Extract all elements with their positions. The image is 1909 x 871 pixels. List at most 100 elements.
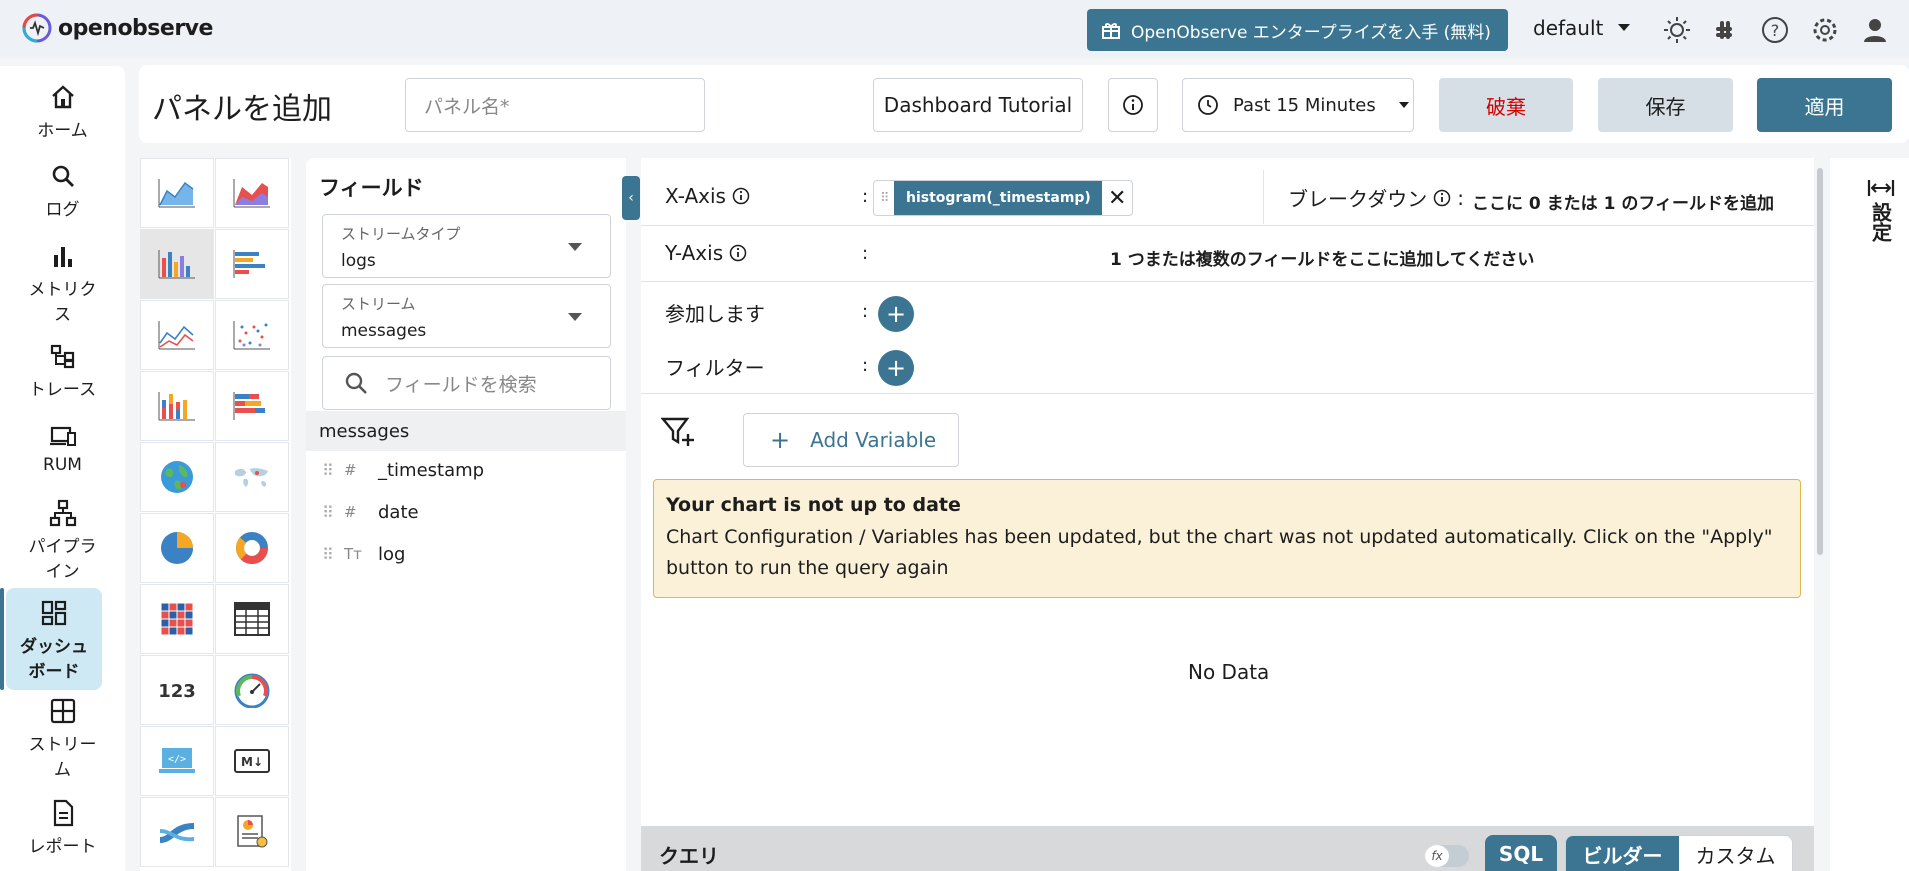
chart-type-donut[interactable] (215, 513, 289, 583)
x-axis-field-name: histogram(_timestamp) (906, 190, 1091, 206)
drag-handle-icon[interactable]: ⠿ (880, 191, 890, 206)
chart-type-area-stacked[interactable] (215, 158, 289, 228)
chart-type-custom[interactable] (215, 797, 289, 867)
colon-separator: : (862, 355, 869, 376)
info-icon[interactable] (729, 244, 747, 262)
chart-type-heatmap[interactable] (140, 584, 214, 654)
drag-handle-icon[interactable]: ⠿ (322, 545, 334, 564)
chart-type-html[interactable]: </> (140, 726, 214, 796)
breakdown-label-text: ブレークダウン (1288, 187, 1428, 211)
remove-field-close-icon[interactable]: ✕ (1108, 186, 1126, 211)
settings-gear-icon[interactable] (1810, 15, 1840, 45)
field-item-date[interactable]: ⠿ # date (322, 495, 419, 529)
caret-down-icon (1398, 102, 1409, 108)
chart-type-horizontal-bar[interactable] (215, 229, 289, 299)
y-axis-dropzone[interactable]: 1 つまたは複数のフィールドをここに追加してください (1110, 245, 1534, 270)
discard-button[interactable]: 破棄 (1439, 78, 1573, 132)
chart-type-line[interactable] (140, 300, 214, 370)
nav-item-label: レポート (28, 837, 97, 857)
theme-toggle-sun-icon[interactable] (1662, 15, 1692, 45)
nav-item-label: RUM (43, 455, 82, 475)
nav-item-label: パイプライン (28, 537, 97, 582)
nav-item-reports[interactable]: レポート (0, 798, 125, 857)
stream-value: messages (341, 321, 427, 341)
nav-item-logs[interactable]: ログ (0, 161, 125, 220)
nav-item-dashboards[interactable]: ダッシュボード (0, 588, 102, 690)
slack-icon[interactable] (1709, 15, 1739, 45)
add-join-button[interactable]: + (878, 296, 914, 332)
org-selector[interactable]: default (1533, 16, 1631, 40)
add-filter-button[interactable]: + (878, 350, 914, 386)
fx-toggle-knob[interactable]: fx (1425, 845, 1449, 867)
chart-type-pie[interactable] (140, 513, 214, 583)
drag-handle-icon[interactable]: ⠿ (322, 461, 334, 480)
x-axis-field-tag[interactable]: histogram(_timestamp) (894, 181, 1102, 215)
field-search-input[interactable]: フィールドを検索 (322, 356, 611, 410)
nav-item-label: ストリーム (28, 735, 97, 780)
chart-type-h-stacked-bar[interactable] (215, 371, 289, 441)
add-filter-funnel-icon[interactable] (661, 416, 695, 448)
builder-scrollbar[interactable] (1817, 168, 1823, 555)
builder-mode-button[interactable]: ビルダー (1566, 836, 1679, 871)
chart-type-sankey[interactable] (140, 797, 214, 867)
chart-type-stacked-bar[interactable] (140, 371, 214, 441)
user-avatar-icon[interactable] (1860, 15, 1890, 45)
horizontal-bar-chart-icon (233, 250, 265, 278)
settings-toggle[interactable]: 設定 (1852, 178, 1909, 242)
info-icon (1123, 95, 1143, 115)
panel-name-input[interactable]: パネル名* (405, 78, 705, 132)
nav-item-home[interactable]: ホーム (0, 82, 125, 141)
logo[interactable]: openobserve (22, 13, 213, 43)
apply-button[interactable]: 適用 (1757, 78, 1892, 132)
stream-group-header[interactable]: messages (306, 411, 626, 451)
dashboard-tutorial-button[interactable]: Dashboard Tutorial (873, 78, 1083, 132)
info-icon[interactable] (1433, 189, 1451, 207)
chart-type-markdown[interactable]: M↓ (215, 726, 289, 796)
info-icon[interactable] (732, 187, 750, 205)
field-item-log[interactable]: ⠿ Tт log (322, 537, 405, 571)
chart-outdated-warning: Your chart is not up to date Chart Confi… (653, 479, 1801, 598)
get-enterprise-button[interactable]: OpenObserve エンタープライズを入手 (無料) (1087, 9, 1508, 51)
chart-type-area[interactable] (140, 158, 214, 228)
stream-type-select[interactable]: ストリームタイプ logs (322, 214, 611, 278)
chart-type-geomap[interactable] (140, 442, 214, 512)
chart-type-scatter[interactable] (215, 300, 289, 370)
svg-text:</>: </> (168, 754, 186, 765)
expand-horizontal-icon (1867, 180, 1895, 196)
metric-number-icon: 123 (158, 681, 196, 702)
panel-info-button[interactable] (1108, 78, 1158, 132)
scatter-chart-icon (233, 321, 270, 350)
custom-mode-button[interactable]: カスタム (1679, 836, 1792, 871)
chart-type-table[interactable] (215, 584, 289, 654)
nav-item-metrics[interactable]: メトリクス (0, 241, 125, 325)
collapse-fields-button[interactable]: ‹ (622, 176, 640, 220)
chart-type-maps[interactable] (215, 442, 289, 512)
time-range-picker[interactable]: Past 15 Minutes (1182, 78, 1414, 132)
plus-icon: + (770, 426, 791, 454)
chart-type-gauge[interactable] (215, 655, 289, 725)
field-name: log (378, 543, 406, 565)
stream-select[interactable]: ストリーム messages (322, 284, 611, 348)
chart-type-bar[interactable] (140, 229, 214, 299)
add-variable-button[interactable]: + Add Variable (743, 413, 959, 467)
gauge-icon (234, 673, 270, 708)
save-button[interactable]: 保存 (1598, 78, 1733, 132)
colon-separator: : (1457, 185, 1464, 210)
page-title: パネルを追加 (152, 92, 332, 127)
nav-item-rum[interactable]: RUM (0, 421, 125, 475)
field-item-timestamp[interactable]: ⠿ # _timestamp (322, 453, 484, 487)
pipeline-icon (49, 499, 76, 527)
nav-item-pipelines[interactable]: パイプライン (0, 498, 125, 582)
line-chart-icon (158, 321, 195, 350)
home-icon (51, 85, 74, 109)
help-icon[interactable]: ? (1760, 15, 1790, 45)
nav-item-streams[interactable]: ストリーム (0, 696, 125, 780)
nav-item-traces[interactable]: トレース (0, 341, 125, 400)
number-type-icon: # (344, 461, 357, 479)
chart-type-metric[interactable]: 123 (140, 655, 214, 725)
sql-mode-button[interactable]: SQL (1485, 835, 1557, 871)
row-divider (641, 393, 1814, 394)
drag-handle-icon[interactable]: ⠿ (322, 503, 334, 522)
x-axis-field-chip[interactable]: ⠿ histogram(_timestamp) ✕ (873, 180, 1133, 216)
breakdown-dropzone[interactable]: ここに 0 または 1 のフィールドを追加 (1472, 189, 1774, 214)
